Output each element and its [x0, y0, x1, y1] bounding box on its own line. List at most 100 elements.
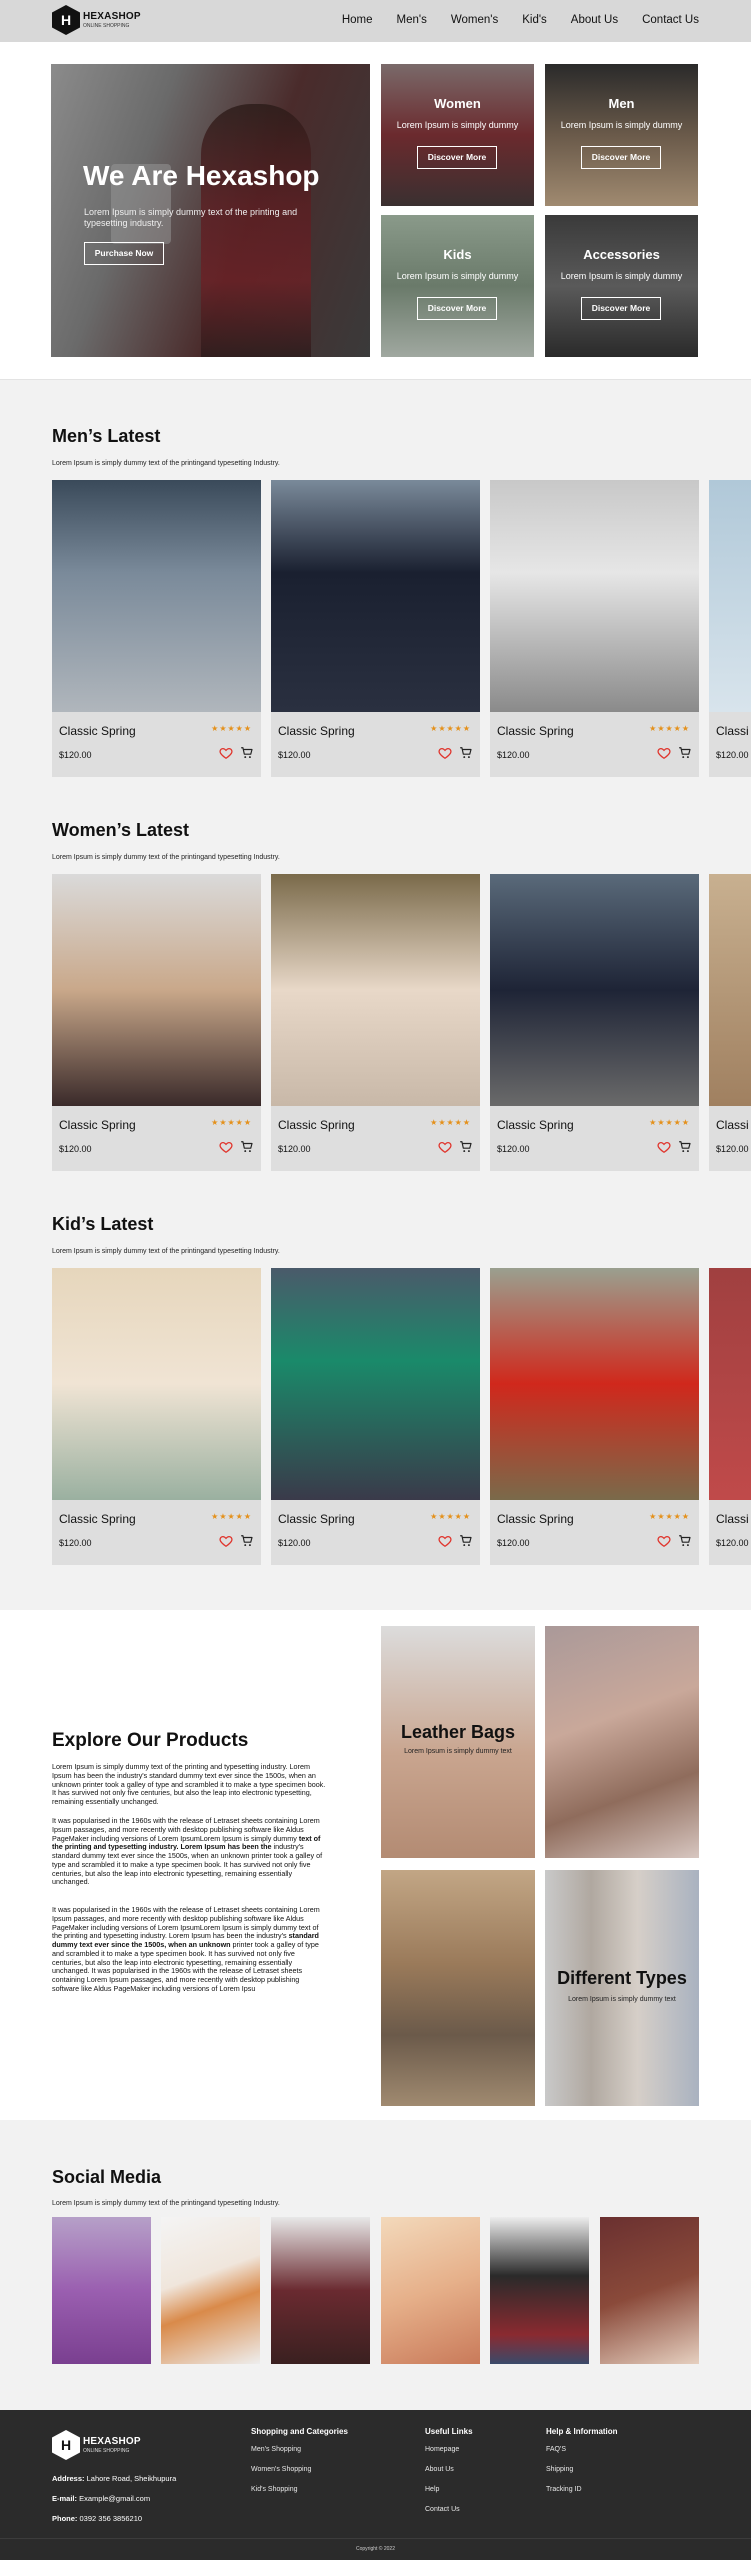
logo-subtitle: ONLINE SHOPPING: [83, 22, 130, 29]
footer-link[interactable]: Contact Us: [425, 2506, 473, 2513]
product-image[interactable]: [52, 1268, 261, 1500]
product-card[interactable]: Classic Spring ★★★★★ $120.00: [490, 874, 699, 1171]
footer-col-heading: Help & Information: [546, 2427, 618, 2436]
product-image[interactable]: [490, 480, 699, 712]
social-image-5[interactable]: [490, 2217, 589, 2364]
kids-latest-subtitle: Lorem Ipsum is simply dummy text of the …: [52, 1248, 280, 1255]
heart-icon[interactable]: [657, 1140, 671, 1154]
category-tile-kids[interactable]: Kids Lorem Ipsum is simply dummy Discove…: [381, 215, 534, 357]
rating-stars: ★★★★★: [430, 1118, 471, 1127]
tile-title: Men: [608, 96, 635, 111]
purchase-now-button[interactable]: Purchase Now: [84, 242, 164, 265]
footer-link[interactable]: Help: [425, 2486, 473, 2493]
product-image[interactable]: [271, 480, 480, 712]
logo-hex-icon: H: [52, 5, 80, 35]
product-image[interactable]: [271, 874, 480, 1106]
footer-link[interactable]: Kid's Shopping: [251, 2486, 348, 2493]
footer-logo-subtitle: ONLINE SHOPPING: [83, 2447, 130, 2454]
nav-home[interactable]: Home: [342, 14, 373, 26]
discover-more-button[interactable]: Discover More: [581, 146, 661, 169]
rating-stars: ★★★★★: [649, 724, 690, 733]
product-card[interactable]: Classi $120.00: [709, 1268, 751, 1565]
product-image[interactable]: [490, 1268, 699, 1500]
heart-icon[interactable]: [438, 746, 452, 760]
product-name: Classic Spring: [278, 724, 355, 738]
heart-icon[interactable]: [657, 746, 671, 760]
product-image[interactable]: [271, 1268, 480, 1500]
nav-kids[interactable]: Kid's: [522, 14, 547, 26]
cart-icon[interactable]: [240, 1140, 254, 1154]
different-types-tile[interactable]: Different Types Lorem Ipsum is simply du…: [545, 1870, 699, 2106]
discover-more-button[interactable]: Discover More: [417, 146, 497, 169]
site-logo[interactable]: H HEXASHOP ONLINE SHOPPING: [52, 5, 141, 35]
social-image-2[interactable]: [161, 2217, 260, 2364]
category-tile-men[interactable]: Men Lorem Ipsum is simply dummy Discover…: [545, 64, 698, 206]
footer-link[interactable]: Women's Shopping: [251, 2466, 348, 2473]
product-image[interactable]: [52, 874, 261, 1106]
mens-latest-subtitle: Lorem Ipsum is simply dummy text of the …: [52, 460, 280, 467]
product-image[interactable]: [52, 480, 261, 712]
footer-link[interactable]: Men's Shopping: [251, 2446, 348, 2453]
woman-with-bag-image: [381, 1870, 535, 2106]
footer-link[interactable]: FAQ'S: [546, 2446, 618, 2453]
product-card[interactable]: Classic Spring ★★★★★ $120.00: [271, 1268, 480, 1565]
social-image-4[interactable]: [381, 2217, 480, 2364]
cart-icon[interactable]: [459, 1534, 473, 1548]
cart-icon[interactable]: [240, 746, 254, 760]
heart-icon[interactable]: [219, 746, 233, 760]
social-image-3[interactable]: [271, 2217, 370, 2364]
nav-about[interactable]: About Us: [571, 14, 618, 26]
site-header: H HEXASHOP ONLINE SHOPPING Home Men's Wo…: [0, 0, 751, 42]
social-image-6[interactable]: [600, 2217, 699, 2364]
cart-icon[interactable]: [240, 1534, 254, 1548]
product-card[interactable]: Classi $120.00: [709, 480, 751, 777]
nav-contact[interactable]: Contact Us: [642, 14, 699, 26]
product-card[interactable]: Classi $120.00: [709, 874, 751, 1171]
footer-link[interactable]: Tracking ID: [546, 2486, 618, 2493]
footer-logo-title: HEXASHOP: [83, 2435, 141, 2447]
product-card[interactable]: Classic Spring ★★★★★ $120.00: [490, 1268, 699, 1565]
nav-mens[interactable]: Men's: [397, 14, 427, 26]
product-card[interactable]: Classic Spring ★★★★★ $120.00: [52, 1268, 261, 1565]
footer-email: E-mail: Example@gmail.com: [52, 2494, 151, 2503]
heart-icon[interactable]: [219, 1534, 233, 1548]
kids-latest-title: Kid’s Latest: [52, 1214, 154, 1234]
heart-icon[interactable]: [219, 1140, 233, 1154]
product-price: $120.00: [59, 750, 92, 760]
footer-link[interactable]: About Us: [425, 2466, 473, 2473]
product-card[interactable]: Classic Spring ★★★★★ $120.00: [271, 480, 480, 777]
cart-icon[interactable]: [678, 1140, 692, 1154]
heart-icon[interactable]: [438, 1140, 452, 1154]
heart-icon[interactable]: [438, 1534, 452, 1548]
footer-phone: Phone: 0392 356 3856210: [52, 2514, 143, 2523]
product-image[interactable]: [709, 874, 751, 1106]
cart-icon[interactable]: [459, 1140, 473, 1154]
discover-more-button[interactable]: Discover More: [417, 297, 497, 320]
discover-more-button[interactable]: Discover More: [581, 297, 661, 320]
product-card[interactable]: Classic Spring ★★★★★ $120.00: [52, 480, 261, 777]
product-card[interactable]: Classic Spring ★★★★★ $120.00: [52, 874, 261, 1171]
cart-icon[interactable]: [459, 746, 473, 760]
hero-text: Lorem Ipsum is simply dummy text of the …: [84, 207, 298, 228]
footer-link[interactable]: Homepage: [425, 2446, 473, 2453]
footer-logo[interactable]: H HEXASHOP ONLINE SHOPPING: [52, 2430, 141, 2460]
cart-icon[interactable]: [678, 1534, 692, 1548]
product-card[interactable]: Classic Spring ★★★★★ $120.00: [271, 874, 480, 1171]
tile-title: Accessories: [583, 247, 660, 262]
tile-subtitle: Lorem Ipsum is simply dummy: [396, 120, 519, 130]
heart-icon[interactable]: [657, 1534, 671, 1548]
category-tile-women[interactable]: Women Lorem Ipsum is simply dummy Discov…: [381, 64, 534, 206]
product-price: $120.00: [278, 1144, 311, 1154]
cart-icon[interactable]: [678, 746, 692, 760]
leather-bags-tile[interactable]: Leather Bags Lorem Ipsum is simply dummy…: [381, 1626, 535, 1858]
product-card[interactable]: Classic Spring ★★★★★ $120.00: [490, 480, 699, 777]
hero-section: We Are Hexashop Lorem Ipsum is simply du…: [0, 42, 751, 380]
footer-logo-hex-icon: H: [52, 2430, 80, 2460]
product-image[interactable]: [709, 1268, 751, 1500]
product-image[interactable]: [490, 874, 699, 1106]
social-image-1[interactable]: [52, 2217, 151, 2364]
product-image[interactable]: [709, 480, 751, 712]
category-tile-accessories[interactable]: Accessories Lorem Ipsum is simply dummy …: [545, 215, 698, 357]
nav-womens[interactable]: Women's: [451, 14, 498, 26]
footer-link[interactable]: Shipping: [546, 2466, 618, 2473]
